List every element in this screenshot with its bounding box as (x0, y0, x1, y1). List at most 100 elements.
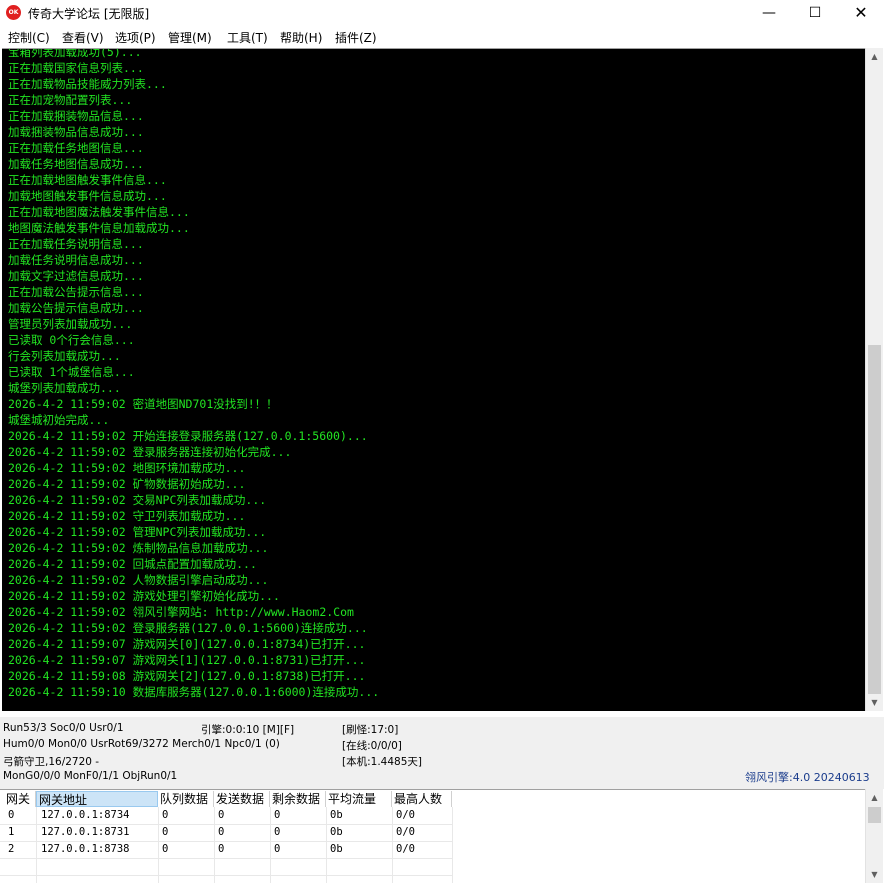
status-guard: 弓箭守卫,16/2720 - (3, 756, 100, 768)
console-line: 2026-4-2 11:59:02 游戏处理引擎初始化成功... (8, 589, 280, 603)
console-line: 城堡城初始完成... (8, 413, 110, 427)
console-line: 地图魔法触发事件信息加载成功... (8, 221, 190, 235)
console-line: 2026-4-2 11:59:08 游戏网关[2](127.0.0.1:8738… (8, 669, 366, 683)
grid-line (270, 807, 271, 883)
grid-line (214, 807, 215, 883)
table-cell[interactable]: 0 (162, 841, 168, 858)
minimize-button[interactable]: — (746, 0, 792, 26)
grid-line (0, 875, 452, 876)
window-title: 传奇大学论坛 [无限版] (28, 7, 150, 21)
console-line: 宝箱列表加载成功(5)... (8, 48, 142, 59)
console-line: 加载文字过滤信息成功... (8, 269, 144, 283)
table-cell[interactable]: 1 (8, 824, 14, 841)
table-cell[interactable]: 2 (8, 841, 14, 858)
scroll-track[interactable] (868, 65, 881, 345)
table-scrollbar[interactable]: ▲ ▼ (865, 789, 883, 883)
console-line: 正在加载地图魔法触发事件信息... (8, 205, 190, 219)
grid-line (452, 807, 453, 883)
scroll-down-icon[interactable]: ▼ (866, 694, 883, 711)
console-line: 正在加载公告提示信息... (8, 285, 144, 299)
console-scrollbar[interactable]: ▲ ▼ (865, 48, 883, 711)
table-cell[interactable]: 0 (218, 824, 224, 841)
table-cell[interactable]: 0 (162, 824, 168, 841)
table-cell[interactable]: 0 (8, 807, 14, 824)
scroll-thumb[interactable] (868, 807, 881, 823)
table-cell[interactable]: 0 (274, 807, 280, 824)
col-header-max[interactable]: 最高人数 (392, 791, 452, 807)
table-cell[interactable]: 0/0 (396, 824, 415, 841)
table-cell[interactable]: 127.0.0.1:8734 (41, 807, 130, 824)
col-header-avg[interactable]: 平均流量 (326, 791, 392, 807)
table-cell[interactable]: 0/0 (396, 841, 415, 858)
grid-line (326, 807, 327, 883)
console-line: 加载任务地图信息成功... (8, 157, 144, 171)
gateway-table: 网关 网关地址 队列数据 发送数据 剩余数据 平均流量 最高人数 0 127.0… (0, 789, 865, 883)
status-refresh: [刷怪:17:0] (342, 724, 399, 736)
col-header-sent[interactable]: 发送数据 (214, 791, 270, 807)
table-cell[interactable]: 0/0 (396, 807, 415, 824)
console-line: 管理员列表加载成功... (8, 317, 133, 331)
col-header-remain[interactable]: 剩余数据 (270, 791, 326, 807)
menu-control[interactable]: 控制(C) (8, 29, 50, 46)
console-line: 正在加载物品技能威力列表... (8, 77, 167, 91)
maximize-button[interactable]: ☐ (792, 0, 838, 26)
engine-version: 翎风引擎:4.0 20240613 (745, 771, 870, 784)
status-run: Run53/3 Soc0/0 Usr0/1 (3, 722, 124, 734)
menu-tools[interactable]: 工具(T) (227, 29, 268, 46)
console-line: 正在加宠物配置列表... (8, 93, 133, 107)
grid-line (392, 807, 393, 883)
scroll-up-icon[interactable]: ▲ (866, 48, 883, 65)
console-line: 2026-4-2 11:59:07 游戏网关[0](127.0.0.1:8734… (8, 637, 366, 651)
menu-options[interactable]: 选项(P) (115, 29, 156, 46)
table-cell[interactable]: 127.0.0.1:8731 (41, 824, 130, 841)
console-line: 城堡列表加载成功... (8, 381, 121, 395)
menu-help[interactable]: 帮助(H) (280, 29, 322, 46)
grid-line (0, 858, 452, 859)
menu-plugins[interactable]: 插件(Z) (335, 29, 377, 46)
console-line: 2026-4-2 11:59:02 管理NPC列表加载成功... (8, 525, 267, 539)
col-header-address[interactable]: 网关地址 (36, 791, 158, 807)
app-icon: OK (6, 5, 21, 20)
status-mong: MonG0/0/0 MonF0/1/1 ObjRun0/1 (3, 770, 178, 782)
console-line: 加载公告提示信息成功... (8, 301, 144, 315)
col-header-gateway[interactable]: 网关 (4, 791, 36, 807)
close-button[interactable]: ✕ (838, 0, 884, 26)
console-line: 2026-4-2 11:59:02 密道地图ND701没找到!！！ (8, 397, 278, 411)
menu-view[interactable]: 查看(V) (62, 29, 104, 46)
table-cell[interactable]: 0b (330, 824, 343, 841)
status-hum: Hum0/0 Mon0/0 UsrRot69/3272 Merch0/1 Npc… (3, 738, 280, 750)
table-cell[interactable]: 0 (274, 824, 280, 841)
console-line: 2026-4-2 11:59:02 守卫列表加载成功... (8, 509, 246, 523)
console-line: 2026-4-2 11:59:02 登录服务器(127.0.0.1:5600)连… (8, 621, 368, 635)
console-line: 已读取 0个行会信息... (8, 333, 135, 347)
console-line: 正在加载国家信息列表... (8, 61, 144, 75)
scroll-thumb[interactable] (868, 345, 881, 694)
console-line: 2026-4-2 11:59:02 开始连接登录服务器(127.0.0.1:56… (8, 429, 368, 443)
grid-line (36, 807, 37, 883)
console-lines: 宝箱列表加载成功(5)... 正在加载国家信息列表... 正在加载物品技能威力列表.… (8, 48, 380, 700)
grid-line (158, 807, 159, 883)
scroll-down-icon[interactable]: ▼ (866, 866, 883, 883)
console-line: 加载任务说明信息成功... (8, 253, 144, 267)
status-engine: 引擎:0:0:10 [M][F] (201, 724, 295, 736)
table-cell[interactable]: 0b (330, 807, 343, 824)
table-cell[interactable]: 0 (162, 807, 168, 824)
console-line: 正在加载地图触发事件信息... (8, 173, 167, 187)
console-line: 2026-4-2 11:59:02 矿物数据初始成功... (8, 477, 246, 491)
console-log[interactable]: 宝箱列表加载成功(5)... 正在加载国家信息列表... 正在加载物品技能威力列表.… (2, 48, 865, 711)
table-cell[interactable]: 0 (218, 841, 224, 858)
table-cell[interactable]: 0 (218, 807, 224, 824)
table-cell[interactable]: 0b (330, 841, 343, 858)
console-line: 加载捆装物品信息成功... (8, 125, 144, 139)
table-cell[interactable]: 127.0.0.1:8738 (41, 841, 130, 858)
status-panel: Run53/3 Soc0/0 Usr0/1 引擎:0:0:10 [M][F] [… (0, 717, 884, 789)
console-line: 2026-4-2 11:59:02 炼制物品信息加载成功... (8, 541, 269, 555)
console-line: 2026-4-2 11:59:10 数据库服务器(127.0.0.1:6000)… (8, 685, 380, 699)
scroll-up-icon[interactable]: ▲ (866, 789, 883, 806)
menu-manage[interactable]: 管理(M) (168, 29, 212, 46)
col-header-queue[interactable]: 队列数据 (158, 791, 214, 807)
console-line: 正在加载任务地图信息... (8, 141, 144, 155)
table-cell[interactable]: 0 (274, 841, 280, 858)
menu-bar: 控制(C) 查看(V) 选项(P) 管理(M) 工具(T) 帮助(H) 插件(Z… (0, 26, 884, 47)
status-local: [本机:1.4485天] (342, 756, 422, 768)
